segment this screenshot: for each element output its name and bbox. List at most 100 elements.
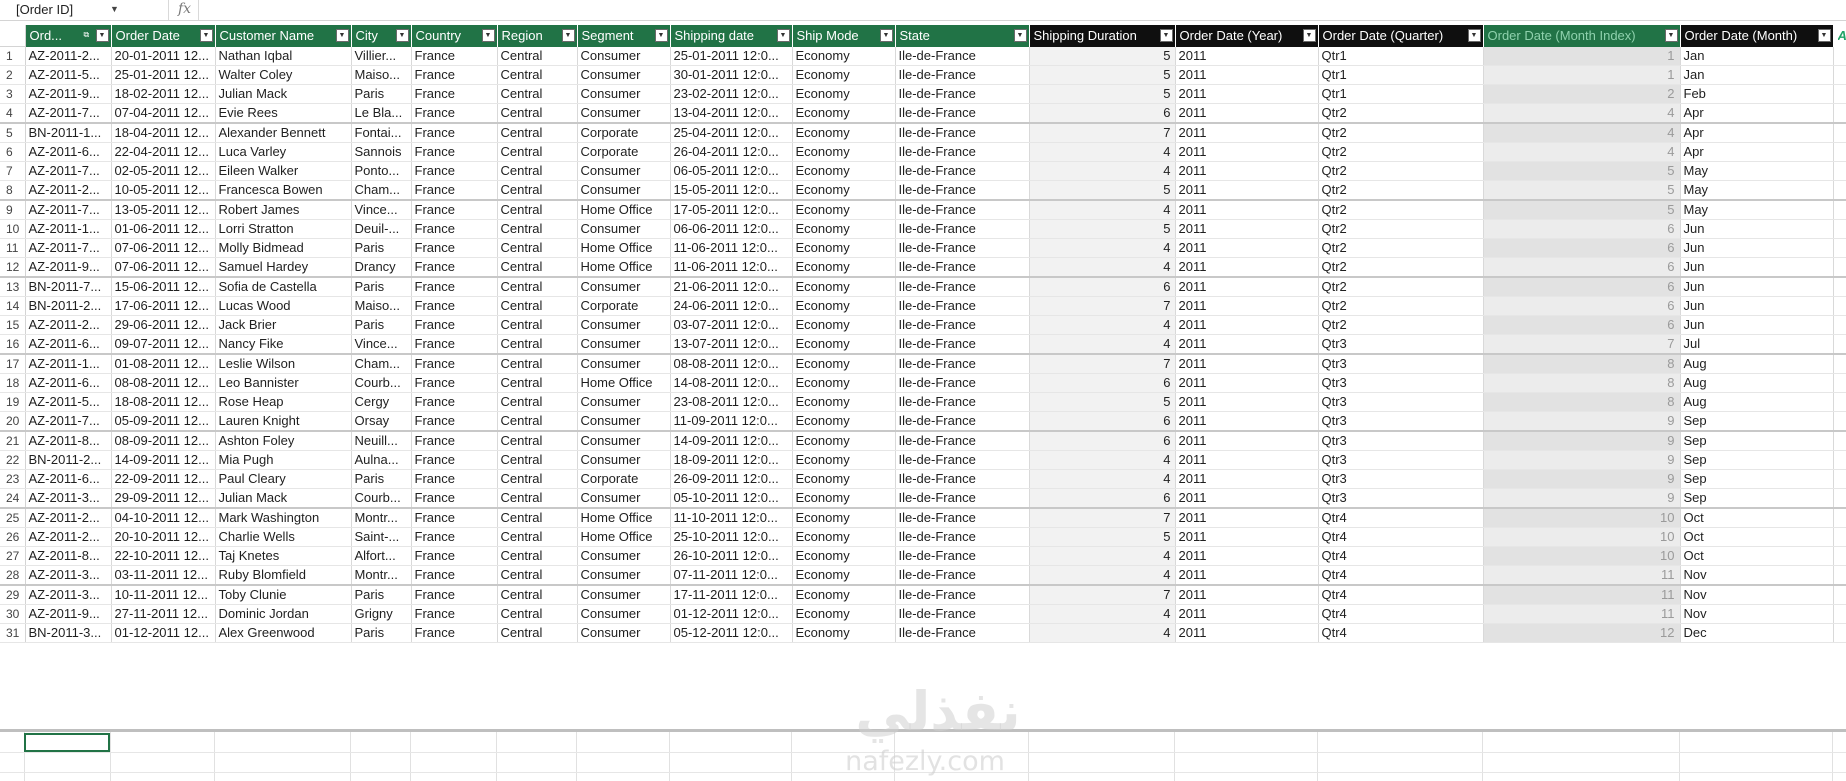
table-cell[interactable]: Central [497, 65, 578, 85]
column-header[interactable]: Shipping Duration ▼ [1029, 25, 1176, 47]
table-cell[interactable]: 03-11-2011 12... [111, 565, 216, 586]
table-cell[interactable]: Ile-de-France [895, 315, 1030, 335]
add-column-cell[interactable] [1833, 604, 1846, 624]
table-cell[interactable]: 08-08-2011 12... [111, 373, 216, 393]
add-column-cell[interactable] [1833, 411, 1846, 432]
row-number[interactable]: 3 [0, 84, 26, 104]
table-cell[interactable]: Qtr2 [1318, 103, 1484, 124]
table-cell[interactable]: Economy [792, 565, 896, 586]
table-cell[interactable]: AZ-2011-7... [25, 411, 112, 432]
table-cell[interactable]: Cham... [351, 180, 412, 201]
row-number[interactable]: 30 [0, 604, 26, 624]
table-cell[interactable]: 4 [1483, 103, 1681, 124]
table-cell[interactable]: Central [497, 123, 578, 143]
table-cell[interactable]: 7 [1029, 296, 1176, 316]
table-cell[interactable]: Aug [1680, 354, 1834, 374]
table-row[interactable]: 13 BN-2011-7... 15-06-2011 12... Sofia de C… [0, 277, 1846, 297]
table-cell[interactable]: France [411, 219, 498, 239]
row-number[interactable]: 9 [0, 200, 26, 220]
table-cell[interactable]: May [1680, 161, 1834, 181]
table-cell[interactable]: Economy [792, 161, 896, 181]
filter-dropdown-icon[interactable]: ▼ [1817, 29, 1831, 42]
table-cell[interactable]: 5 [1029, 527, 1176, 547]
table-cell[interactable]: Ile-de-France [895, 450, 1030, 470]
filter-dropdown-icon[interactable]: ▼ [199, 29, 213, 42]
table-cell[interactable]: 6 [1483, 315, 1681, 335]
table-cell[interactable]: BN-2011-3... [25, 623, 112, 643]
table-row[interactable]: 14 BN-2011-2... 17-06-2011 12... Lucas Wood… [0, 296, 1846, 316]
table-cell[interactable]: Ile-de-France [895, 373, 1030, 393]
add-column-cell[interactable] [1833, 315, 1846, 335]
filter-dropdown-icon[interactable]: ▼ [879, 29, 893, 42]
table-cell[interactable]: Jan [1680, 65, 1834, 85]
table-cell[interactable]: 02-05-2011 12... [111, 161, 216, 181]
table-cell[interactable]: 2011 [1175, 546, 1319, 566]
row-number[interactable]: 1 [0, 46, 26, 66]
table-row[interactable]: 23 AZ-2011-6... 22-09-2011 12... Paul Clear… [0, 469, 1846, 489]
table-cell[interactable]: 6 [1029, 431, 1176, 451]
table-cell[interactable]: 4 [1029, 469, 1176, 489]
table-cell[interactable]: Central [497, 219, 578, 239]
table-cell[interactable]: Central [497, 46, 578, 66]
table-cell[interactable]: 01-08-2011 12... [111, 354, 216, 374]
table-cell[interactable]: Central [497, 277, 578, 297]
table-cell[interactable]: 06-05-2011 12:0... [670, 161, 793, 181]
table-cell[interactable]: 11-06-2011 12:0... [670, 257, 793, 278]
table-cell[interactable]: 6 [1029, 488, 1176, 509]
table-cell[interactable]: Paris [351, 623, 412, 643]
table-cell[interactable]: 14-09-2011 12... [111, 450, 216, 470]
table-cell[interactable]: Ile-de-France [895, 123, 1030, 143]
table-cell[interactable]: France [411, 46, 498, 66]
filter-dropdown-icon[interactable]: ▼ [95, 29, 109, 42]
table-cell[interactable]: 8 [1483, 392, 1681, 412]
table-cell[interactable]: Economy [792, 546, 896, 566]
row-number[interactable]: 16 [0, 334, 26, 355]
filter-dropdown-icon[interactable]: ▼ [395, 29, 409, 42]
table-cell[interactable]: 2011 [1175, 488, 1319, 509]
row-number[interactable]: 19 [0, 392, 26, 412]
table-cell[interactable]: Central [497, 103, 578, 124]
table-cell[interactable]: 03-07-2011 12:0... [670, 315, 793, 335]
table-cell[interactable]: AZ-2011-9... [25, 604, 112, 624]
table-cell[interactable]: 01-06-2011 12... [111, 219, 216, 239]
table-cell[interactable]: 27-11-2011 12... [111, 604, 216, 624]
table-cell[interactable]: 2011 [1175, 508, 1319, 528]
table-cell[interactable]: Paul Cleary [215, 469, 352, 489]
table-cell[interactable]: Economy [792, 623, 896, 643]
table-cell[interactable]: Oct [1680, 546, 1834, 566]
table-cell[interactable]: 2011 [1175, 392, 1319, 412]
table-cell[interactable]: Central [497, 392, 578, 412]
table-cell[interactable]: Central [497, 200, 578, 220]
row-number[interactable]: 2 [0, 65, 26, 85]
column-header[interactable]: Order Date (Quarter) ▼ [1318, 25, 1484, 47]
table-cell[interactable]: 25-01-2011 12... [111, 65, 216, 85]
table-row[interactable]: 2 AZ-2011-5... 25-01-2011 12... Walter Cole… [0, 65, 1846, 85]
table-cell[interactable]: Paris [351, 315, 412, 335]
table-cell[interactable]: Jul [1680, 334, 1834, 355]
table-row[interactable]: 27 AZ-2011-8... 22-10-2011 12... Taj Knetes… [0, 546, 1846, 566]
table-cell[interactable]: AZ-2011-3... [25, 585, 112, 605]
table-cell[interactable]: Central [497, 84, 578, 104]
table-cell[interactable]: 2011 [1175, 604, 1319, 624]
row-number[interactable]: 14 [0, 296, 26, 316]
table-cell[interactable]: Consumer [577, 450, 671, 470]
table-cell[interactable]: Walter Coley [215, 65, 352, 85]
table-cell[interactable]: Economy [792, 431, 896, 451]
table-cell[interactable]: AZ-2011-7... [25, 103, 112, 124]
table-cell[interactable]: Ile-de-France [895, 546, 1030, 566]
table-cell[interactable]: AZ-2011-7... [25, 200, 112, 220]
table-cell[interactable]: Consumer [577, 623, 671, 643]
table-cell[interactable]: Qtr2 [1318, 161, 1484, 181]
table-cell[interactable]: AZ-2011-9... [25, 257, 112, 278]
table-cell[interactable]: Economy [792, 103, 896, 124]
table-cell[interactable]: 12 [1483, 623, 1681, 643]
table-cell[interactable]: Evie Rees [215, 103, 352, 124]
table-cell[interactable]: Economy [792, 315, 896, 335]
table-cell[interactable]: Ile-de-France [895, 277, 1030, 297]
table-cell[interactable]: Ruby Blomfield [215, 565, 352, 586]
table-cell[interactable]: Rose Heap [215, 392, 352, 412]
table-cell[interactable]: Cergy [351, 392, 412, 412]
table-cell[interactable]: 22-09-2011 12... [111, 469, 216, 489]
table-cell[interactable]: France [411, 257, 498, 278]
table-cell[interactable]: 11-06-2011 12:0... [670, 238, 793, 258]
